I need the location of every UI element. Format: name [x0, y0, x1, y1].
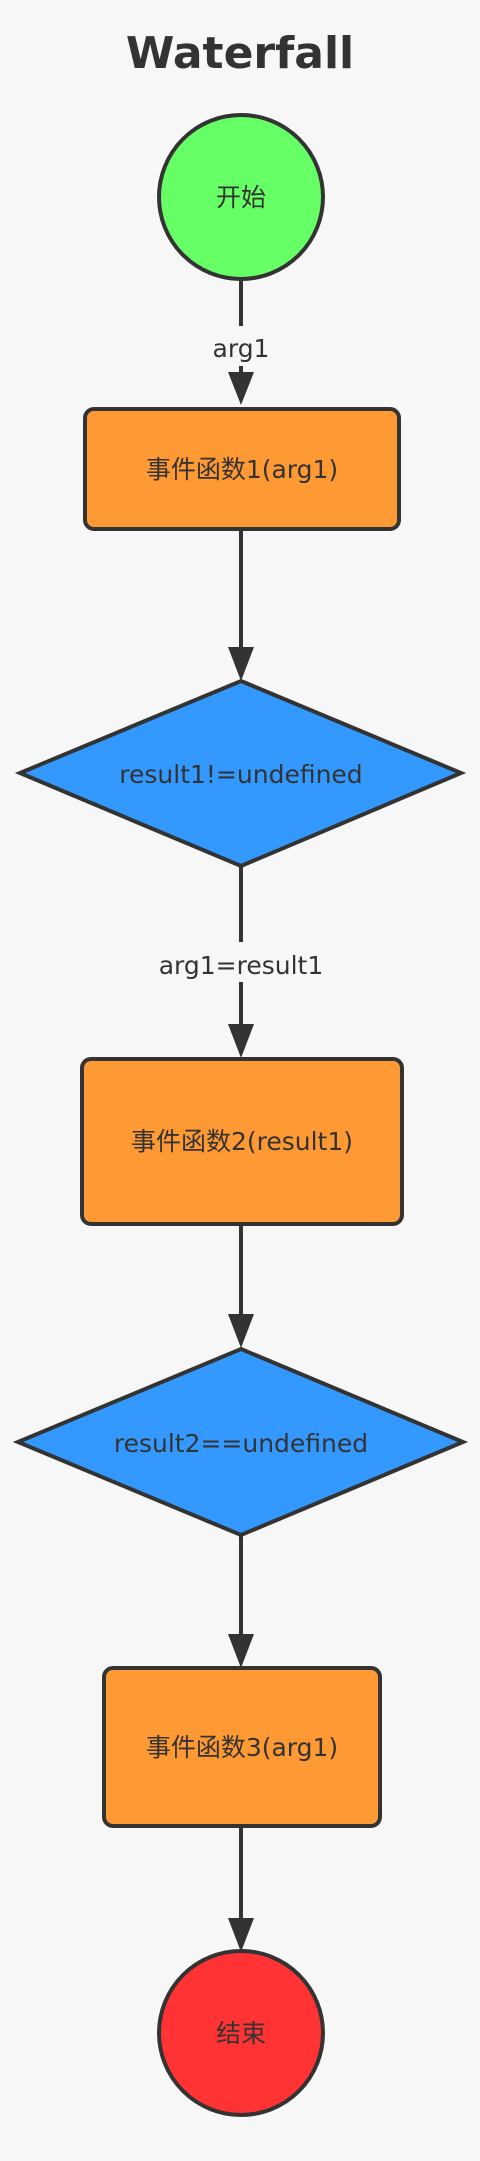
- arrow-icon: [228, 1024, 254, 1058]
- flowchart: Waterfall arg1 arg1=result1 开始 事件函数1(arg…: [12, 28, 469, 2117]
- diagram-title: Waterfall: [126, 28, 354, 79]
- edge-event3-to-end: [228, 1827, 254, 1952]
- event1-node: 事件函数1(arg1): [83, 407, 401, 531]
- diagram-canvas: Waterfall arg1 arg1=result1 开始 事件函数1(arg…: [0, 0, 480, 2161]
- edge-decision1-to-event2: arg1=result1: [140, 866, 342, 1058]
- event2-node: 事件函数2(result1): [80, 1057, 404, 1226]
- end-label: 结束: [216, 2019, 266, 2048]
- event1-label: 事件函数1(arg1): [146, 455, 338, 484]
- decision1-node: result1!=undefined: [14, 678, 467, 869]
- arrow-icon: [228, 647, 254, 681]
- edge-label-start-to-event1: arg1: [213, 334, 270, 363]
- decision2-label: result2==undefined: [114, 1429, 368, 1458]
- start-node: 开始: [157, 113, 325, 281]
- decision2-node: result2==undefined: [12, 1346, 469, 1538]
- edge-event2-to-decision2: [228, 1225, 254, 1348]
- arrow-icon: [228, 1314, 254, 1348]
- event3-label: 事件函数3(arg1): [146, 1733, 338, 1762]
- event3-node: 事件函数3(arg1): [102, 1666, 382, 1828]
- arrow-icon: [228, 1634, 254, 1668]
- edge-label-decision1-to-event2: arg1=result1: [159, 951, 324, 980]
- edge-start-to-event1: arg1: [198, 280, 284, 405]
- end-node: 结束: [157, 1949, 325, 2117]
- edge-event1-to-decision1: [228, 530, 254, 681]
- edge-decision2-to-event3: [228, 1535, 254, 1668]
- event2-label: 事件函数2(result1): [131, 1127, 353, 1156]
- start-label: 开始: [216, 183, 266, 212]
- arrow-icon: [228, 372, 254, 405]
- decision1-label: result1!=undefined: [119, 760, 362, 789]
- arrow-icon: [228, 1918, 254, 1952]
